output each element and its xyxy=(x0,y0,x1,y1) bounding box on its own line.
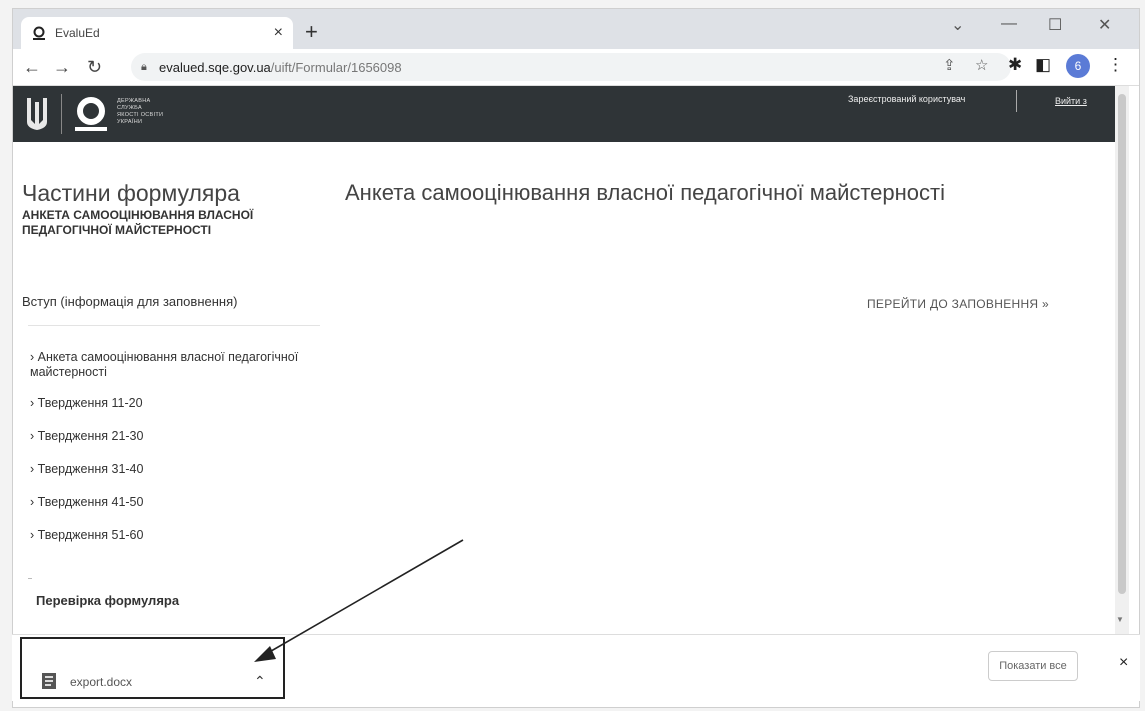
back-icon[interactable]: ← xyxy=(23,57,41,78)
sidebar-item-questionnaire[interactable]: › Анкета самооцінювання власної педагогі… xyxy=(30,350,320,380)
page-title: Анкета самооцінювання власної педагогічн… xyxy=(345,180,946,205)
url-host: evalued.sqe.gov.ua xyxy=(159,59,271,75)
sidebar-nav: › Анкета самооцінювання власної педагогі… xyxy=(30,350,330,543)
intro-link[interactable]: Вступ (інформація для заповнення) xyxy=(22,294,237,309)
share-icon[interactable]: ⇪ xyxy=(943,56,956,74)
tab-search-icon[interactable]: ⌄ xyxy=(951,15,964,35)
show-all-button[interactable]: Показати все xyxy=(988,651,1078,681)
evalued-favicon-icon xyxy=(31,25,47,41)
side-panel-icon[interactable]: ◧ xyxy=(1035,55,1051,75)
download-bar-close-icon[interactable]: × xyxy=(1119,654,1128,672)
profile-avatar[interactable]: 6 xyxy=(1066,54,1090,78)
download-bar: export.docx ⌃ Показати все × xyxy=(12,634,1140,701)
sqe-logo-icon[interactable] xyxy=(73,96,109,132)
sidebar-divider xyxy=(28,325,320,326)
maximize-icon[interactable]: ☐ xyxy=(1048,15,1062,35)
tab-strip: EvaluEd × + ⌄ — ☐ ✕ xyxy=(13,9,1139,49)
scroll-thumb[interactable] xyxy=(1118,94,1126,594)
logo-text: ДЕРЖАВНА СЛУЖБА ЯКОСТІ ОСВІТИ УКРАЇНИ xyxy=(117,98,164,125)
url-path: /uift/Formular/1656098 xyxy=(270,59,402,75)
window-close-icon[interactable]: ✕ xyxy=(1098,15,1111,35)
address-bar[interactable]: 🔒︎ evalued.sqe.gov.ua /uift/Formular/165… xyxy=(131,53,1011,81)
bookmark-star-icon[interactable]: ☆ xyxy=(975,56,988,74)
page-scrollbar[interactable] xyxy=(1115,86,1129,634)
tab-close-icon[interactable]: × xyxy=(274,24,283,42)
tab-title: EvaluEd xyxy=(55,26,100,40)
forward-icon[interactable]: → xyxy=(53,57,71,78)
header-separator xyxy=(1016,90,1017,112)
header-divider xyxy=(61,94,62,134)
sidebar-item-11-20[interactable]: › Твердження 11-20 xyxy=(30,396,330,411)
sidebar-divider-2 xyxy=(28,578,32,579)
form-check-link[interactable]: Перевірка формуляра xyxy=(36,593,179,608)
sidebar-item-41-50[interactable]: › Твердження 41-50 xyxy=(30,495,330,510)
logout-link[interactable]: Вийти з xyxy=(1055,96,1087,106)
browser-tab[interactable]: EvaluEd × xyxy=(21,17,293,49)
ukraine-trident-icon xyxy=(27,98,47,130)
extensions-puzzle-icon[interactable]: ✱ xyxy=(1008,55,1022,75)
site-header: ДЕРЖАВНА СЛУЖБА ЯКОСТІ ОСВІТИ УКРАЇНИ За… xyxy=(13,86,1115,142)
scroll-down-icon[interactable]: ▼ xyxy=(1116,615,1124,624)
lock-icon: 🔒︎ xyxy=(141,60,147,73)
user-status: Зареєстрований користувач xyxy=(848,94,966,104)
sidebar-item-21-30[interactable]: › Твердження 21-30 xyxy=(30,429,330,444)
docx-file-icon xyxy=(42,673,56,689)
download-item[interactable]: export.docx ⌃ xyxy=(20,637,285,699)
sidebar-item-51-60[interactable]: › Твердження 51-60 xyxy=(30,528,330,543)
chevron-up-icon[interactable]: ⌃ xyxy=(254,673,266,690)
new-tab-button[interactable]: + xyxy=(305,19,318,45)
sidebar-title: Частини формуляра xyxy=(22,180,240,206)
download-file-name: export.docx xyxy=(70,675,133,689)
menu-kebab-icon[interactable]: ⋮ xyxy=(1107,55,1124,75)
sidebar-item-31-40[interactable]: › Твердження 31-40 xyxy=(30,462,330,477)
reload-icon[interactable]: ↻ xyxy=(87,57,102,78)
minimize-icon[interactable]: — xyxy=(1001,15,1017,33)
browser-toolbar: ← → ↻ 🔒︎ evalued.sqe.gov.ua /uift/Formul… xyxy=(13,49,1139,86)
sidebar-subtitle: АНКЕТА САМООЦІНЮВАННЯ ВЛАСНОЇ ПЕДАГОГІЧН… xyxy=(22,208,254,237)
form-parts-sidebar: Частини формуляра АНКЕТА САМООЦІНЮВАННЯ … xyxy=(22,180,322,238)
goto-fill-link[interactable]: ПЕРЕЙТИ ДО ЗАПОВНЕННЯ » xyxy=(867,297,1049,311)
